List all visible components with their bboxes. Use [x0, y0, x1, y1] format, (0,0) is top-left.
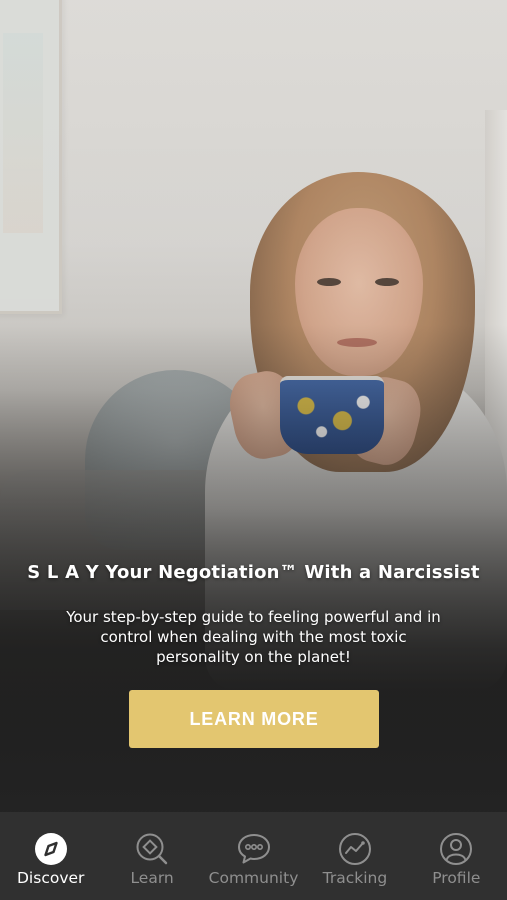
learn-search-icon	[135, 832, 169, 866]
promo-title: S L A Y Your Negotiation™ With a Narciss…	[27, 562, 480, 583]
chat-bubble-icon	[237, 832, 271, 866]
user-profile-icon	[439, 832, 473, 866]
tab-community[interactable]: Community	[203, 812, 304, 900]
tab-profile-label: Profile	[432, 869, 481, 887]
tab-discover-label: Discover	[17, 869, 85, 887]
promo-description: Your step-by-step guide to feeling power…	[66, 608, 441, 666]
tab-community-label: Community	[208, 869, 299, 887]
tab-learn[interactable]: Learn	[101, 812, 202, 900]
tab-learn-label: Learn	[130, 869, 174, 887]
learn-more-button[interactable]: LEARN MORE	[129, 690, 379, 748]
tab-tracking[interactable]: Tracking	[304, 812, 405, 900]
discover-screen: S L A Y Your Negotiation™ With a Narciss…	[0, 0, 507, 900]
compass-icon	[34, 832, 68, 866]
tab-discover[interactable]: Discover	[0, 812, 101, 900]
bottom-tab-bar: Discover Learn Community Tracking Profil…	[0, 812, 507, 900]
tab-profile[interactable]: Profile	[406, 812, 507, 900]
trend-chart-icon	[338, 832, 372, 866]
tab-tracking-label: Tracking	[322, 869, 388, 887]
